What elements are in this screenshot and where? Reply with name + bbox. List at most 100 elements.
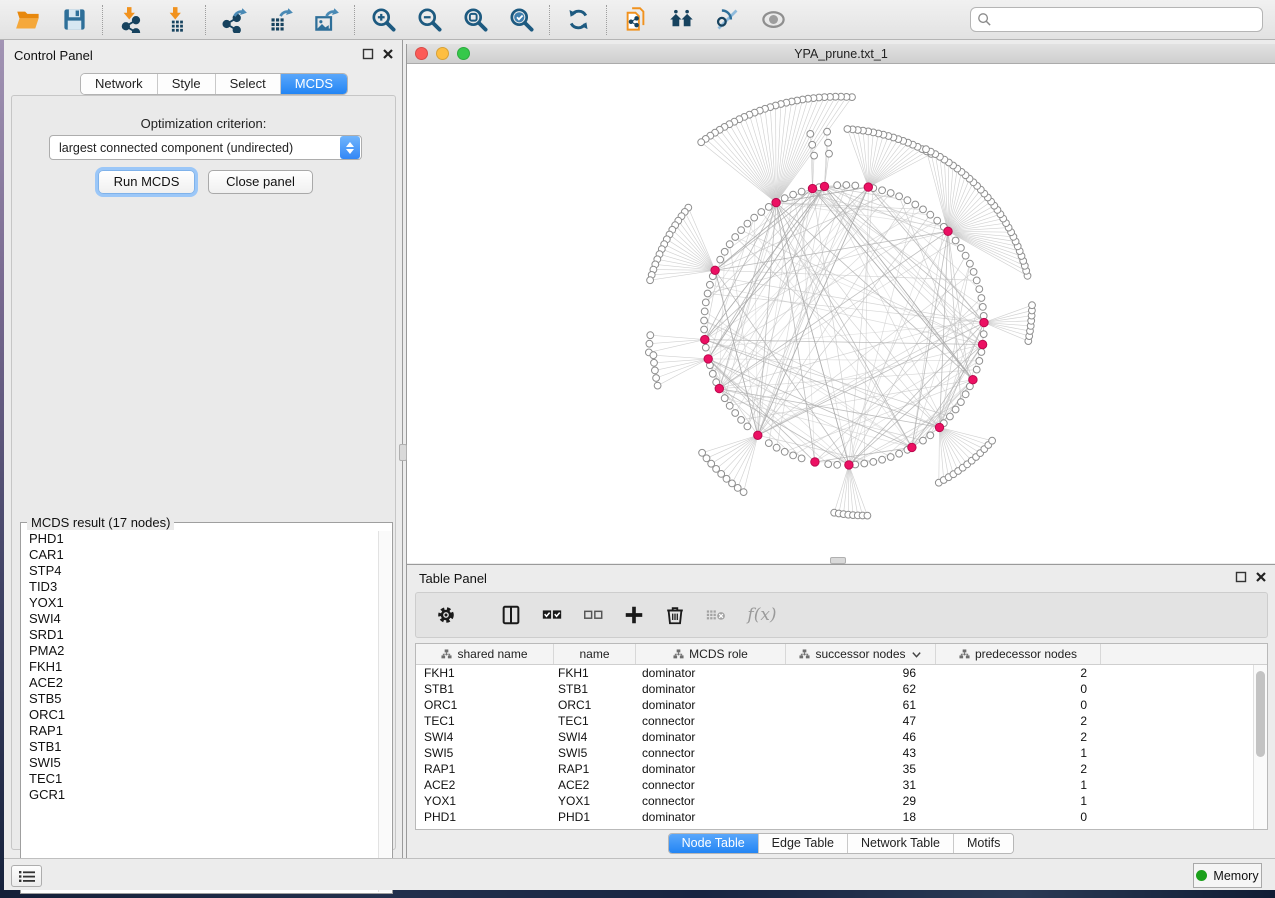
tab-edge-table[interactable]: Edge Table: [759, 834, 848, 853]
save-session-button[interactable]: [59, 5, 89, 35]
mcds-result-item[interactable]: PHD1: [22, 531, 379, 547]
network-graph[interactable]: [407, 64, 1275, 563]
memory-button[interactable]: Memory: [1193, 863, 1262, 888]
share-document-button[interactable]: [620, 5, 650, 35]
table-scrollbar-thumb[interactable]: [1256, 671, 1265, 757]
mcds-result-item[interactable]: TID3: [22, 579, 379, 595]
zoom-in-button[interactable]: [368, 5, 398, 35]
mcds-result-item[interactable]: SWI4: [22, 611, 379, 627]
table-cell: FKH1: [554, 665, 636, 681]
table-row[interactable]: ORC1ORC1dominator610: [416, 697, 1267, 713]
run-mcds-button[interactable]: Run MCDS: [98, 170, 195, 194]
table-row[interactable]: RAP1RAP1dominator352: [416, 761, 1267, 777]
export-table-button[interactable]: [265, 5, 295, 35]
delete-table-button[interactable]: [704, 603, 728, 627]
zoom-fit-icon: [462, 6, 489, 33]
mcds-list-scrollbar[interactable]: [378, 531, 391, 892]
search-input[interactable]: [970, 7, 1263, 32]
mcds-result-item[interactable]: PMA2: [22, 643, 379, 659]
tab-network[interactable]: Network: [81, 74, 158, 94]
mcds-result-item[interactable]: SWI5: [22, 755, 379, 771]
delete-column-button[interactable]: [663, 603, 687, 627]
close-panel-icon[interactable]: [382, 48, 394, 60]
show-hidden-button[interactable]: [758, 5, 788, 35]
gear-button[interactable]: [434, 603, 458, 627]
mcds-result-list[interactable]: PHD1CAR1STP4TID3YOX1SWI4SRD1PMA2FKH1ACE2…: [22, 531, 379, 892]
tab-style[interactable]: Style: [158, 74, 216, 94]
tab-node-table[interactable]: Node Table: [669, 834, 759, 853]
table-row[interactable]: ACE2ACE2connector311: [416, 777, 1267, 793]
zoom-out-button[interactable]: [414, 5, 444, 35]
mcds-result-item[interactable]: CAR1: [22, 547, 379, 563]
search-network-button[interactable]: [666, 5, 696, 35]
task-history-button[interactable]: [11, 865, 42, 887]
tab-network-table[interactable]: Network Table: [848, 834, 954, 853]
table-cell: SWI5: [416, 745, 554, 761]
columns-button[interactable]: [499, 603, 523, 627]
zoom-window-light[interactable]: [457, 47, 470, 60]
column-header-shared-name[interactable]: shared name: [416, 644, 554, 664]
table-scrollbar[interactable]: [1253, 665, 1267, 829]
column-header-MCDS-role[interactable]: MCDS role: [636, 644, 786, 664]
table-cell: connector: [636, 713, 786, 729]
horizontal-splitter-handle[interactable]: [830, 557, 846, 564]
mcds-result-item[interactable]: GCR1: [22, 787, 379, 803]
table-cell: YOX1: [554, 793, 636, 809]
deselect-all-button[interactable]: [581, 603, 605, 627]
mcds-result-item[interactable]: STB1: [22, 739, 379, 755]
table-cell: 35: [786, 761, 936, 777]
zoom-selected-button[interactable]: [506, 5, 536, 35]
table-row[interactable]: FKH1FKH1dominator962: [416, 665, 1267, 681]
float-window-icon[interactable]: [362, 48, 374, 60]
open-file-button[interactable]: [13, 5, 43, 35]
table-row[interactable]: SWI4SWI4dominator462: [416, 729, 1267, 745]
table-row[interactable]: PHD1PHD1dominator180: [416, 809, 1267, 825]
graph-leaf-nodes[interactable]: [646, 93, 1036, 519]
table-row[interactable]: YOX1YOX1connector291: [416, 793, 1267, 809]
export-image-button[interactable]: [311, 5, 341, 35]
delete-column-icon: [664, 604, 686, 626]
mcds-result-item[interactable]: RAP1: [22, 723, 379, 739]
network-canvas[interactable]: [407, 64, 1275, 563]
mcds-result-item[interactable]: FKH1: [22, 659, 379, 675]
column-header-predecessor-nodes[interactable]: predecessor nodes: [936, 644, 1101, 664]
close-table-panel-icon[interactable]: [1255, 571, 1267, 583]
network-window-titlebar[interactable]: YPA_prune.txt_1: [407, 44, 1275, 64]
export-network-button[interactable]: [219, 5, 249, 35]
tab-motifs[interactable]: Motifs: [954, 834, 1013, 853]
add-column-button[interactable]: [622, 603, 646, 627]
import-table-button[interactable]: [162, 5, 192, 35]
mcds-result-item[interactable]: STP4: [22, 563, 379, 579]
column-header-name[interactable]: name: [554, 644, 636, 664]
close-panel-button[interactable]: Close panel: [208, 170, 313, 194]
deselect-all-icon: [582, 604, 604, 626]
close-window-light[interactable]: [415, 47, 428, 60]
vertical-splitter-handle[interactable]: [399, 444, 407, 461]
select-all-button[interactable]: [540, 603, 564, 627]
table-row[interactable]: TEC1TEC1connector472: [416, 713, 1267, 729]
table-row[interactable]: STB1STB1dominator620: [416, 681, 1267, 697]
refresh-button[interactable]: [563, 5, 593, 35]
delete-table-icon: [705, 604, 727, 626]
mcds-tab-body: Optimization criterion: largest connecte…: [11, 95, 396, 850]
criterion-select[interactable]: largest connected component (undirected): [49, 135, 362, 160]
zoom-fit-button[interactable]: [460, 5, 490, 35]
minimize-window-light[interactable]: [436, 47, 449, 60]
mcds-result-item[interactable]: ORC1: [22, 707, 379, 723]
mcds-result-item[interactable]: TEC1: [22, 771, 379, 787]
table-cell: ORC1: [554, 697, 636, 713]
tab-select[interactable]: Select: [216, 74, 281, 94]
mcds-result-item[interactable]: STB5: [22, 691, 379, 707]
function-builder-button[interactable]: f(x): [745, 603, 779, 627]
mcds-result-item[interactable]: YOX1: [22, 595, 379, 611]
import-network-button[interactable]: [116, 5, 146, 35]
mcds-result-item[interactable]: SRD1: [22, 627, 379, 643]
float-table-panel-icon[interactable]: [1235, 571, 1247, 583]
mcds-result-item[interactable]: ACE2: [22, 675, 379, 691]
column-header-successor-nodes[interactable]: successor nodes: [786, 644, 936, 664]
table-cell: 18: [786, 809, 936, 825]
table-row[interactable]: SWI5SWI5connector431: [416, 745, 1267, 761]
table-header-row: shared namenameMCDS rolesuccessor nodesp…: [416, 644, 1267, 665]
tab-mcds[interactable]: MCDS: [281, 74, 347, 94]
hide-network-button[interactable]: [712, 5, 742, 35]
